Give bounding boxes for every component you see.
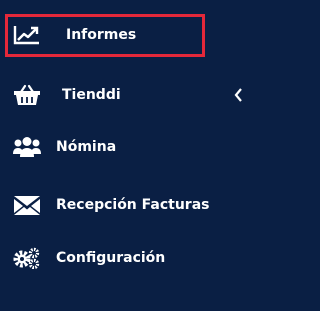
sidebar-item-nomina[interactable]: Nómina xyxy=(0,127,248,167)
sidebar-item-label: Tienddi xyxy=(62,87,121,103)
users-icon xyxy=(12,136,42,158)
cogs-icon xyxy=(12,247,42,269)
sidebar-item-recepcion-facturas[interactable]: Recepción Facturas xyxy=(0,185,248,225)
sidebar-item-configuracion[interactable]: Configuración xyxy=(0,238,248,278)
sidebar: Informes Tienddi Nómina Recepción Factur… xyxy=(0,0,248,311)
sidebar-item-label: Recepción Facturas xyxy=(56,197,210,213)
chevron-left-icon[interactable] xyxy=(233,87,243,103)
sidebar-item-label: Configuración xyxy=(56,250,166,266)
sidebar-item-tienddi[interactable]: Tienddi xyxy=(0,75,248,115)
sidebar-item-label: Nómina xyxy=(56,139,117,155)
envelope-icon xyxy=(12,194,42,216)
active-item-highlight xyxy=(5,14,205,57)
shopping-basket-icon xyxy=(12,84,42,106)
